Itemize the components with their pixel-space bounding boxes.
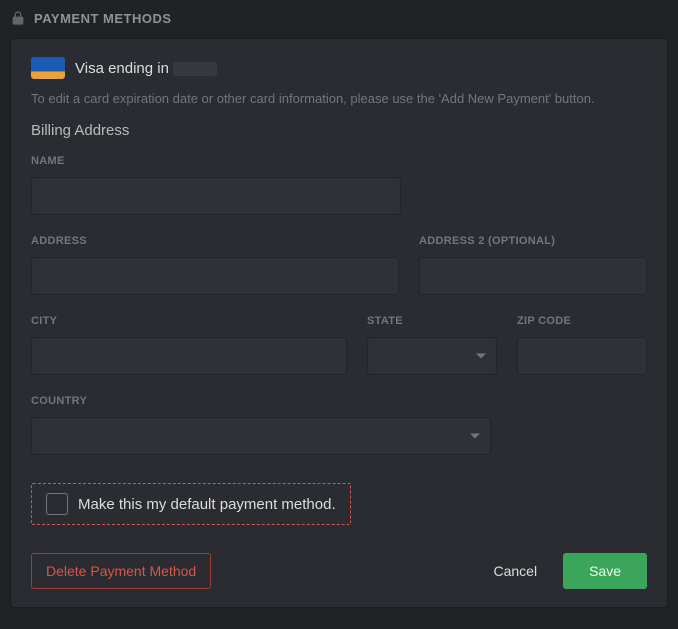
name-label: NAME (31, 155, 647, 167)
default-payment-label: Make this my default payment method. (78, 496, 336, 513)
name-input[interactable] (31, 177, 401, 215)
country-label: COUNTRY (31, 395, 647, 407)
address2-input[interactable] (419, 257, 647, 295)
helper-text: To edit a card expiration date or other … (31, 91, 647, 106)
state-field-group: STATE (367, 315, 497, 375)
city-field-group: CITY (31, 315, 347, 375)
payment-card-panel: Visa ending in To edit a card expiration… (10, 38, 668, 608)
billing-section-title: Billing Address (31, 122, 647, 139)
city-label: CITY (31, 315, 347, 327)
country-select[interactable] (31, 417, 491, 455)
default-payment-row[interactable]: Make this my default payment method. (31, 483, 351, 525)
cancel-button[interactable]: Cancel (483, 555, 547, 587)
country-field-group: COUNTRY (31, 395, 647, 455)
zip-label: ZIP CODE (517, 315, 647, 327)
address-input[interactable] (31, 257, 399, 295)
zip-field-group: ZIP CODE (517, 315, 647, 375)
card-label: Visa ending in (75, 60, 217, 77)
name-field-group: NAME (31, 155, 647, 215)
default-payment-checkbox[interactable] (46, 493, 68, 515)
page-title: PAYMENT METHODS (34, 11, 172, 26)
delete-payment-button[interactable]: Delete Payment Method (31, 553, 211, 589)
save-button[interactable]: Save (563, 553, 647, 589)
city-input[interactable] (31, 337, 347, 375)
zip-input[interactable] (517, 337, 647, 375)
card-brand-text: Visa ending in (75, 60, 169, 77)
state-label: STATE (367, 315, 497, 327)
panel-footer: Delete Payment Method Cancel Save (31, 553, 647, 589)
card-last4-redacted (173, 62, 217, 76)
lock-icon (10, 10, 26, 26)
visa-icon (31, 57, 65, 79)
page-header: PAYMENT METHODS (10, 10, 668, 38)
footer-right: Cancel Save (483, 553, 647, 589)
chevron-down-icon (476, 354, 486, 359)
chevron-down-icon (470, 434, 480, 439)
address-field-group: ADDRESS (31, 235, 399, 295)
address2-label: ADDRESS 2 (OPTIONAL) (419, 235, 647, 247)
address2-field-group: ADDRESS 2 (OPTIONAL) (419, 235, 647, 295)
state-select[interactable] (367, 337, 497, 375)
address-label: ADDRESS (31, 235, 399, 247)
card-header: Visa ending in (31, 57, 647, 79)
